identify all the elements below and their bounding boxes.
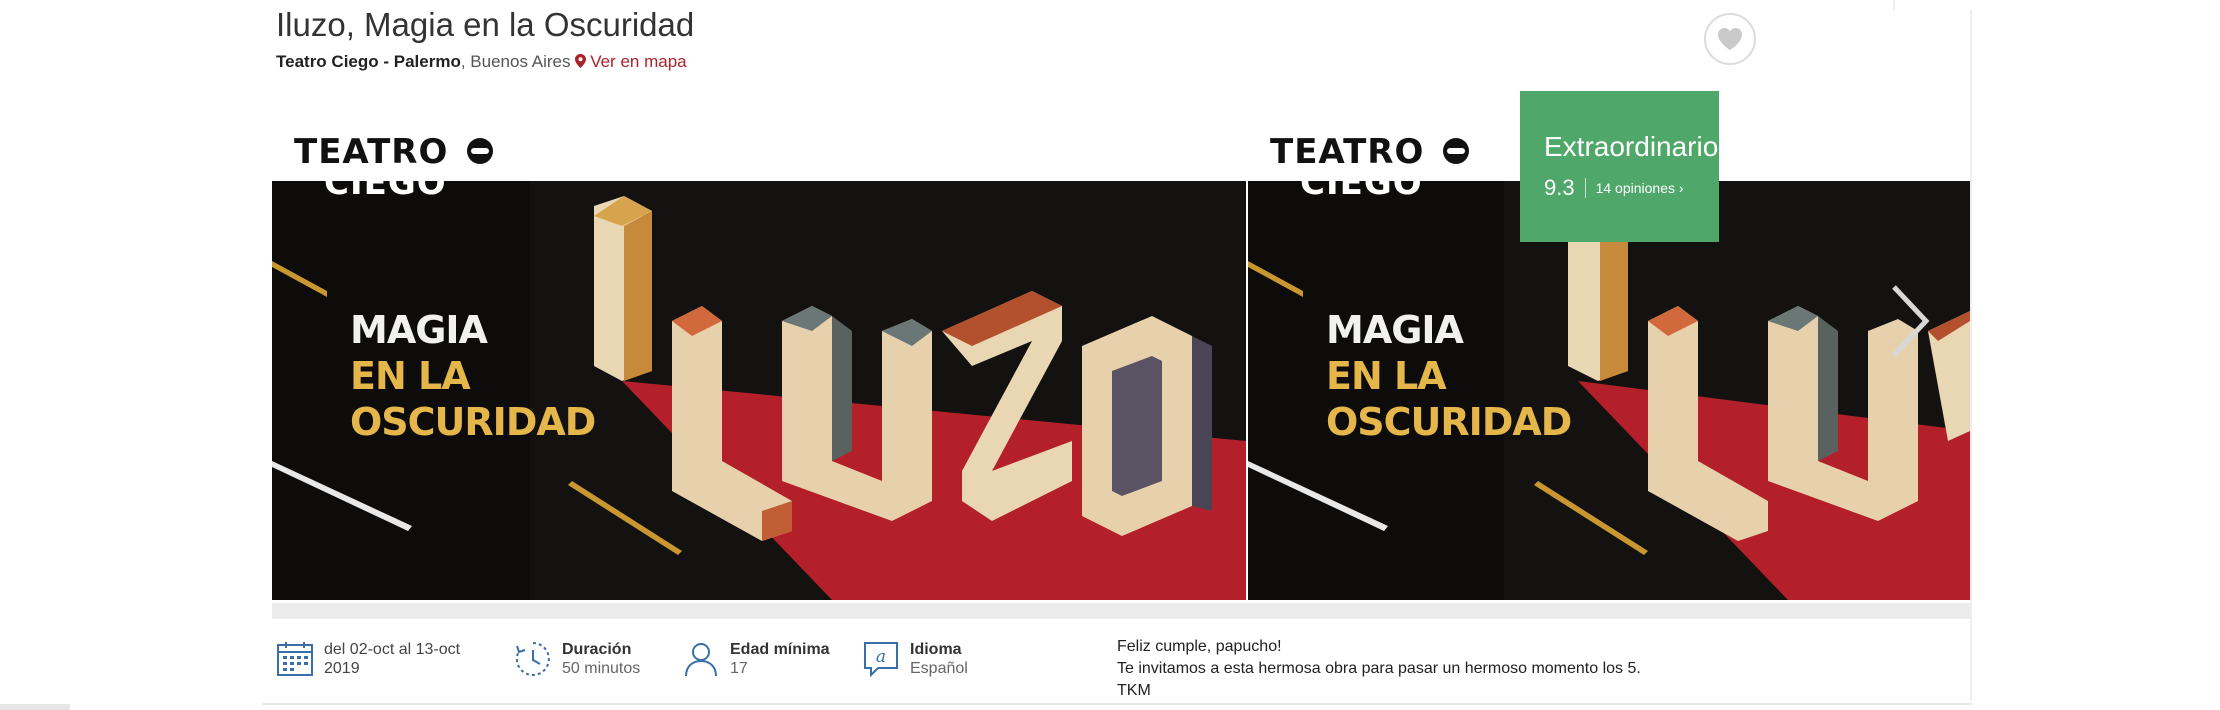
bottom-divider (262, 703, 1972, 705)
age-label: Edad mínima (730, 641, 830, 658)
gallery-slide[interactable]: TEATRO CIEGO MAGIA EN LA OSCURIDAD (272, 85, 1246, 600)
page-title: Iluzo, Magia en la Oscuridad (276, 6, 695, 43)
info-duration: Duración 50 minutos (514, 640, 640, 678)
reviews-link[interactable]: 14 opiniones › (1596, 180, 1684, 196)
city-name: , Buenos Aires (460, 52, 571, 71)
duration-value: 50 minutos (562, 660, 641, 677)
speech-bubble-icon: a (864, 642, 898, 678)
slide-tagline: MAGIA EN LA OSCURIDAD (350, 308, 596, 444)
favorite-button[interactable] (1704, 13, 1756, 65)
dates-year: 2019 (324, 660, 360, 677)
map-link[interactable]: Ver en mapa (590, 52, 686, 71)
clock-icon (515, 642, 550, 676)
mask-logo-icon (467, 138, 493, 164)
info-age: Edad mínima 17 (682, 640, 830, 678)
message-line: TKM (1117, 682, 1151, 699)
dates-range: del 02-oct al 13-oct (324, 641, 461, 658)
top-divider (1893, 0, 1895, 10)
slide-tagline: MAGIA EN LA OSCURIDAD (1326, 308, 1572, 444)
message-line: Te invitamos a esta hermosa obra para pa… (1117, 660, 1641, 677)
calendar-icon (277, 642, 313, 676)
message-line: Feliz cumple, papucho! (1117, 638, 1282, 655)
language-label: Idioma (910, 641, 962, 658)
mask-logo-icon (1443, 138, 1469, 164)
language-value: Español (910, 660, 968, 677)
venue-name[interactable]: Teatro Ciego - Palermo (276, 52, 461, 71)
rating-score: 9.3 (1544, 175, 1575, 200)
teatro-ciego-logo: TEATRO CIEGO (1270, 132, 1425, 203)
duration-label: Duración (562, 641, 632, 658)
age-value: 17 (730, 660, 748, 677)
gift-message: Feliz cumple, papucho! Te invitamos a es… (1117, 636, 1641, 702)
info-language: a Idioma Español (862, 640, 968, 678)
chevron-right-icon[interactable] (1888, 283, 1932, 359)
rating-divider (1584, 178, 1586, 198)
map-pin-icon (575, 54, 587, 68)
heart-icon (1718, 28, 1742, 50)
info-dates: del 02-oct al 13-oct 2019 (276, 640, 460, 678)
svg-text:a: a (876, 647, 886, 667)
teatro-ciego-logo: TEATRO CIEGO (294, 132, 449, 203)
rating-badge[interactable]: Extraordinario 9.3 14 opiniones › (1520, 91, 1719, 242)
gallery-scrollbar[interactable] (272, 603, 1970, 619)
left-gutter (0, 0, 262, 710)
event-location: Teatro Ciego - Palermo, Buenos Aires Ver… (276, 52, 687, 72)
rating-label: Extraordinario (1544, 131, 1719, 162)
gutter-strip (0, 704, 70, 710)
user-icon (685, 643, 717, 677)
right-divider (1970, 10, 1972, 700)
